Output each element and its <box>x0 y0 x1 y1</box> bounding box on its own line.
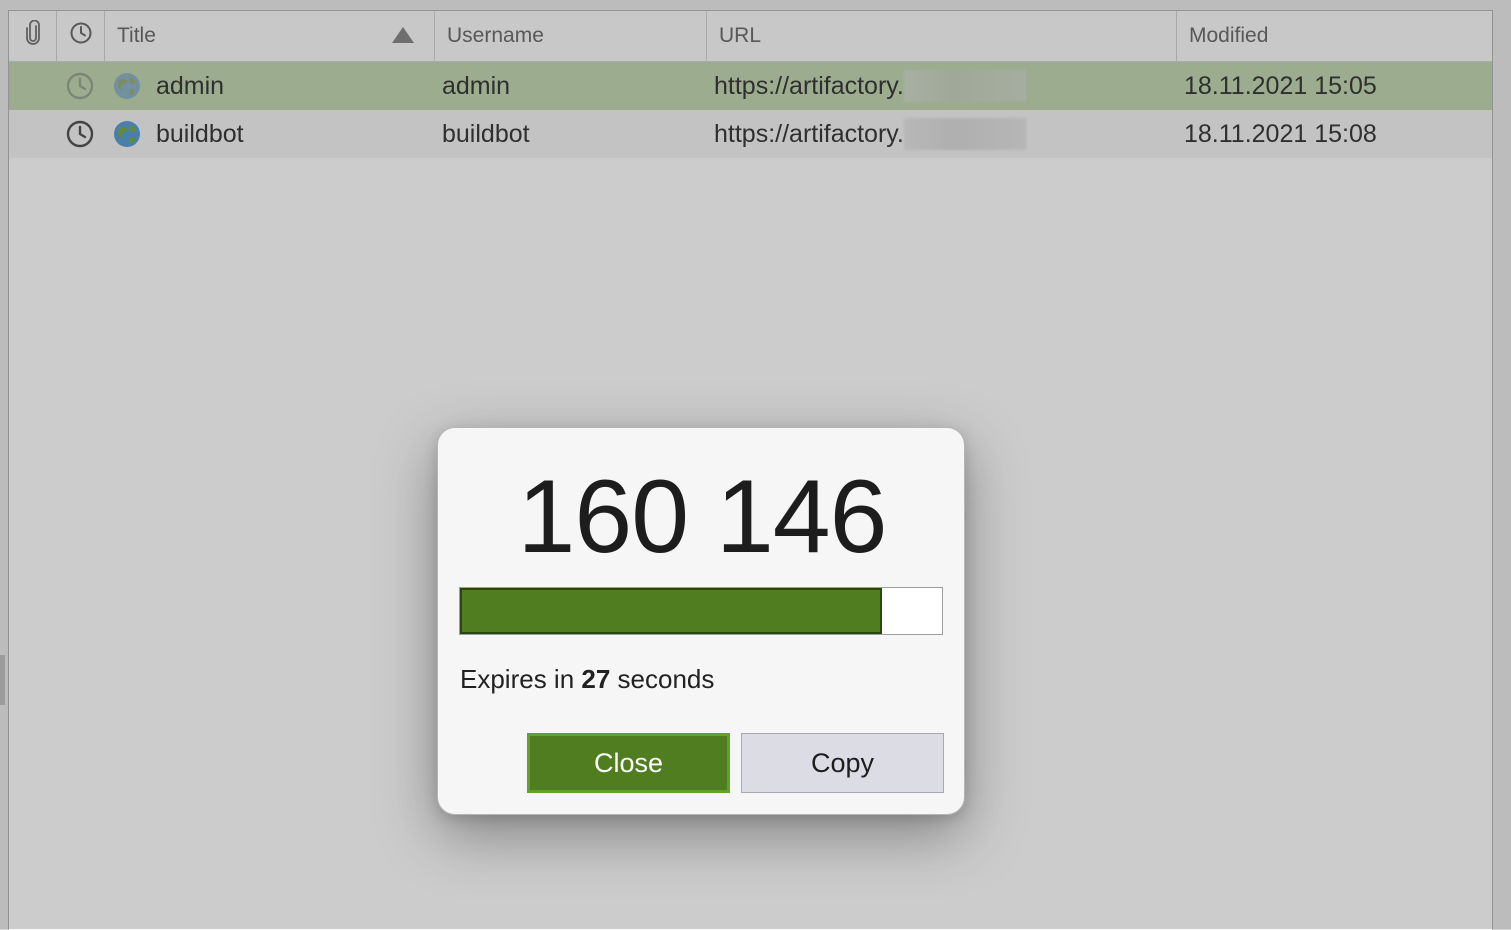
totp-code: 160 146 <box>517 459 888 575</box>
expires-text: Expires in 27 seconds <box>460 664 714 695</box>
copy-button[interactable]: Copy <box>741 733 944 793</box>
expiry-progress-fill <box>460 588 882 634</box>
expires-seconds: 27 <box>581 664 611 694</box>
expires-suffix: seconds <box>610 664 715 694</box>
totp-dialog: 160 146 Expires in 27 seconds Close Copy <box>437 427 965 815</box>
expiry-progress-bar <box>459 587 943 635</box>
expires-prefix: Expires in <box>460 664 582 694</box>
close-button[interactable]: Close <box>527 733 730 793</box>
